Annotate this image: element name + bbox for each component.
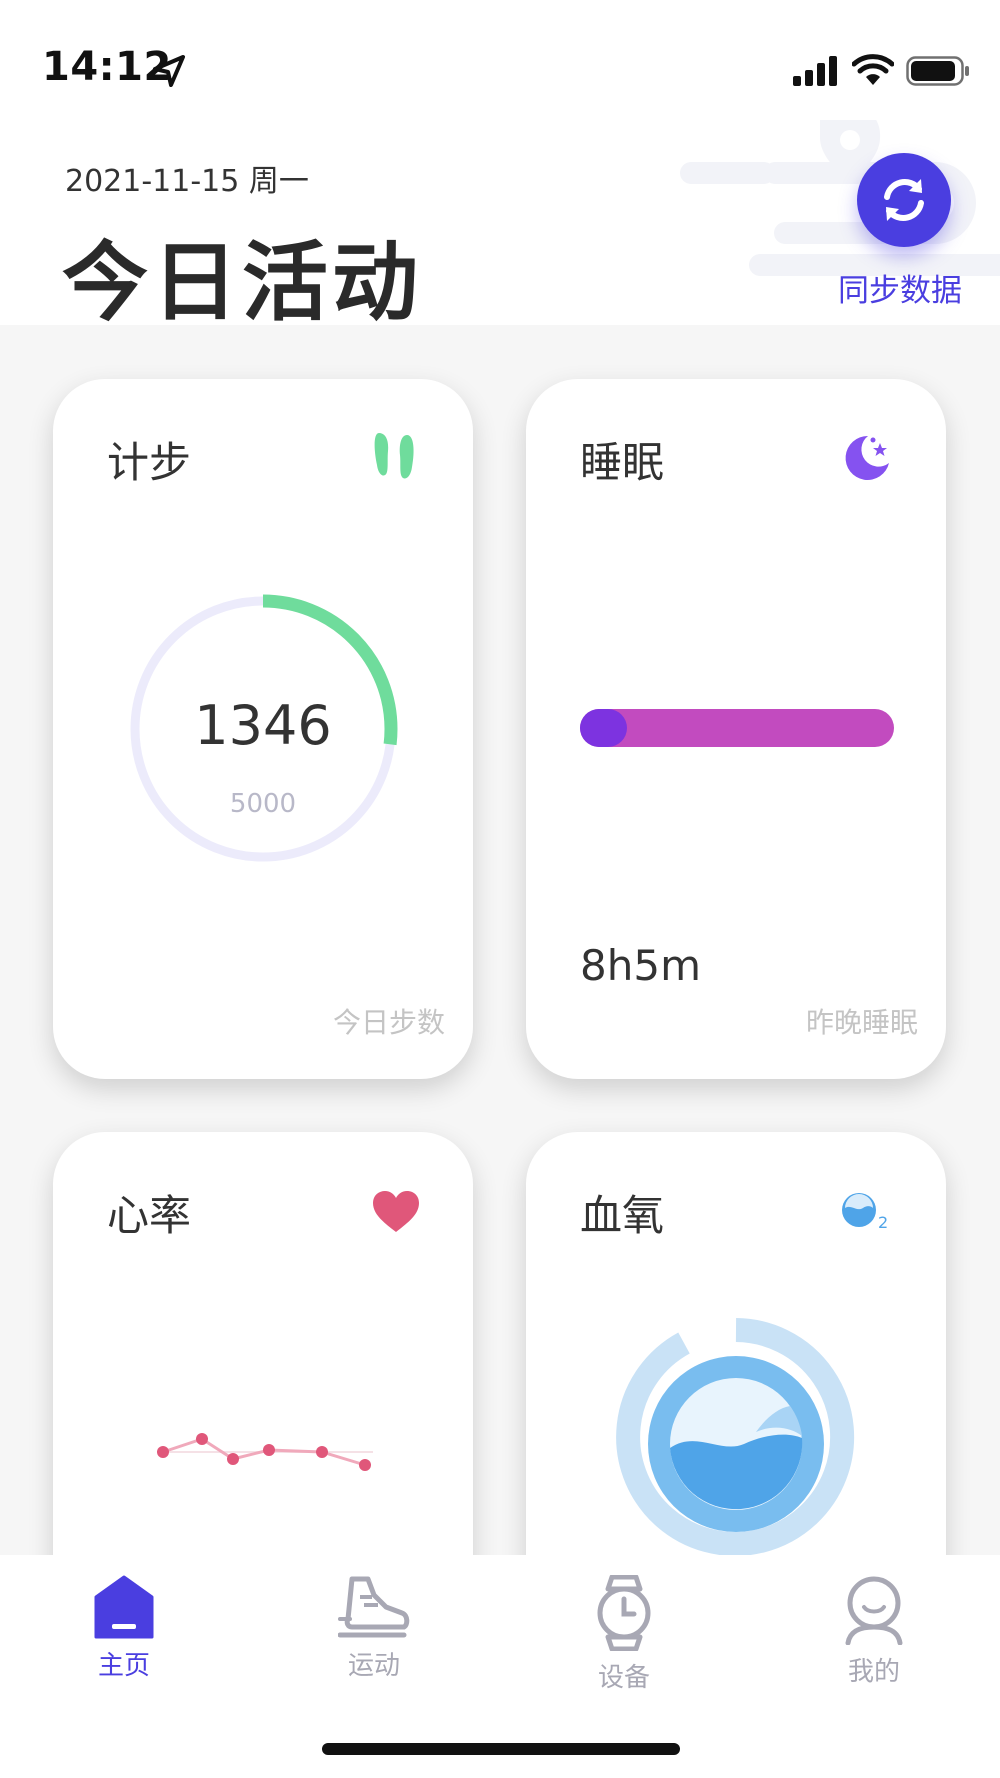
steps-value: 1346 xyxy=(194,694,332,757)
steps-card[interactable]: 计步 1346 5000 今日步数 xyxy=(53,379,473,1079)
home-icon xyxy=(94,1575,154,1639)
sleep-footer-label: 昨晚睡眠 xyxy=(805,1006,918,1039)
tab-home-label: 主页 xyxy=(97,1651,150,1681)
tab-device[interactable]: 设备 xyxy=(554,1575,694,1695)
sleep-card[interactable]: 睡眠 8h5m 昨晚睡眠 xyxy=(526,379,946,1079)
moon-icon xyxy=(845,435,889,480)
profile-icon xyxy=(845,1576,903,1645)
sync-button[interactable] xyxy=(857,153,951,247)
date-label: 2021-11-15 周一 xyxy=(65,164,309,199)
cellular-signal-icon xyxy=(793,56,837,86)
status-bar: 14:12 xyxy=(0,0,1000,120)
page-title: 今日活动 xyxy=(62,233,422,333)
watch-icon xyxy=(597,1575,651,1651)
dashboard-content[interactable]: 计步 1346 5000 今日步数 睡眠 8h5m 昨晚睡眠 心率 血氧 2 xyxy=(0,325,1000,1555)
location-arrow-icon xyxy=(153,55,185,87)
steps-footer-label: 今日步数 xyxy=(332,1006,445,1039)
footprints-icon xyxy=(374,433,414,479)
heart-rate-card[interactable]: 心率 xyxy=(53,1132,473,1555)
sleep-deep-segment xyxy=(580,709,628,747)
header: 2021-11-15 周一 今日活动 同步数据 xyxy=(0,120,1000,333)
sleep-duration: 8h5m xyxy=(580,941,701,990)
blood-oxygen-card[interactable]: 血氧 2 xyxy=(526,1132,946,1555)
tab-exercise-label: 运动 xyxy=(347,1651,400,1681)
tab-device-label: 设备 xyxy=(597,1663,650,1693)
tab-profile[interactable]: 我的 xyxy=(804,1575,944,1695)
sync-icon xyxy=(884,179,924,221)
home-indicator xyxy=(322,1743,680,1755)
steps-card-title: 计步 xyxy=(107,438,192,487)
sleep-card-title: 睡眠 xyxy=(580,438,665,487)
steps-goal: 5000 xyxy=(229,789,297,819)
battery-icon xyxy=(906,56,969,86)
tab-home[interactable]: 主页 xyxy=(54,1575,194,1695)
blood-oxygen-gauge-icon xyxy=(616,1318,855,1555)
heart-rate-sparkline xyxy=(157,1433,373,1471)
sleep-stage-bar xyxy=(580,709,894,747)
map-route-decoration-icon xyxy=(680,120,1000,276)
wifi-icon xyxy=(852,54,894,85)
tab-exercise[interactable]: 运动 xyxy=(304,1575,444,1695)
shoe-icon xyxy=(338,1576,410,1638)
sync-label[interactable]: 同步数据 xyxy=(838,265,962,310)
tab-profile-label: 我的 xyxy=(847,1657,900,1687)
